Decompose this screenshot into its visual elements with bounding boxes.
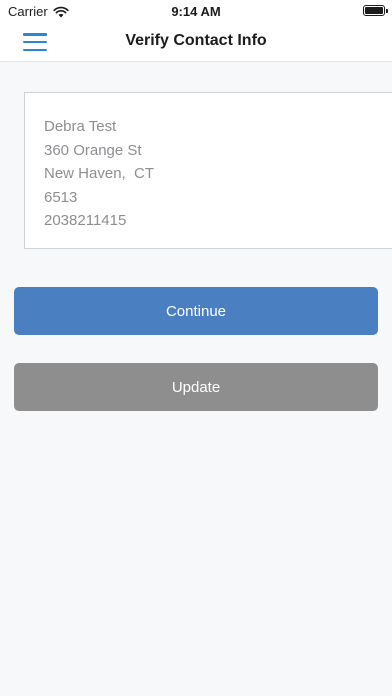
battery-icon <box>363 5 388 16</box>
contact-city-state: New Haven, CT <box>44 165 155 182</box>
status-time: 9:14 AM <box>171 4 221 19</box>
contact-street: 360 Orange St <box>44 141 142 159</box>
page-title: Verify Contact Info <box>125 32 267 49</box>
update-button[interactable]: Update <box>14 363 378 411</box>
navigation-bar: Verify Contact Info <box>0 22 392 62</box>
contact-zip: 6513 <box>44 188 78 206</box>
continue-button[interactable]: Continue <box>14 287 378 335</box>
contact-phone: 2038211415 <box>44 212 127 229</box>
contact-name: Debra Test <box>44 118 117 135</box>
contact-info-card: Debra Test 360 Orange St New Haven, CT 6… <box>24 92 392 249</box>
status-bar: Carrier 9:14 AM <box>0 0 392 22</box>
